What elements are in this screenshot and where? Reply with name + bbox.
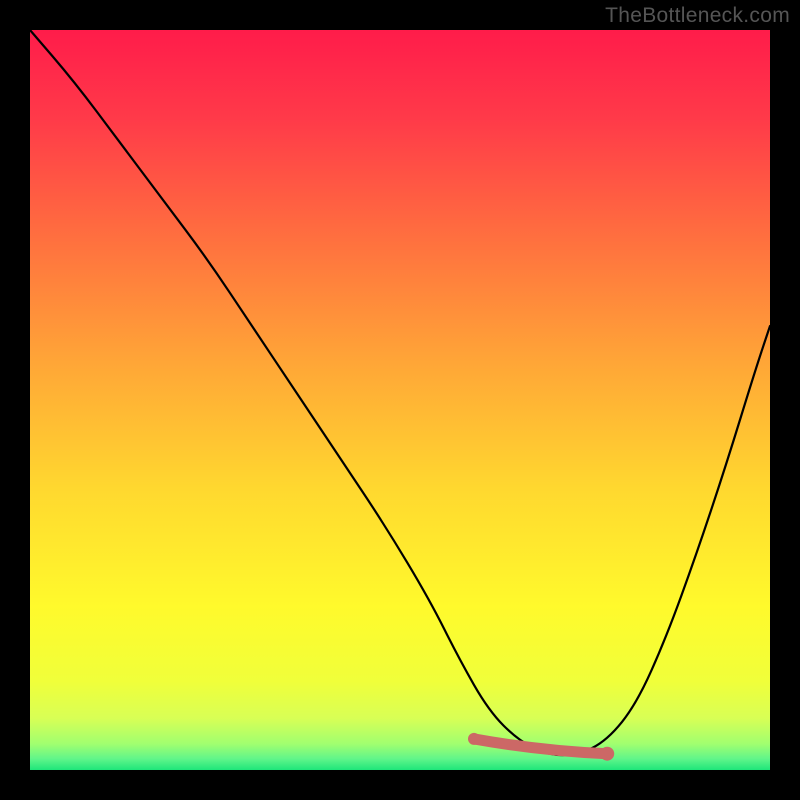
- bottleneck-curve: [30, 30, 770, 755]
- plot-area: [30, 30, 770, 770]
- chart-frame: TheBottleneck.com: [0, 0, 800, 800]
- watermark-text: TheBottleneck.com: [605, 4, 790, 28]
- optimal-marker: [474, 739, 607, 754]
- optimal-marker-dot-right: [600, 747, 614, 761]
- optimal-marker-dot-left: [468, 733, 480, 745]
- bottleneck-curve-svg: [30, 30, 770, 770]
